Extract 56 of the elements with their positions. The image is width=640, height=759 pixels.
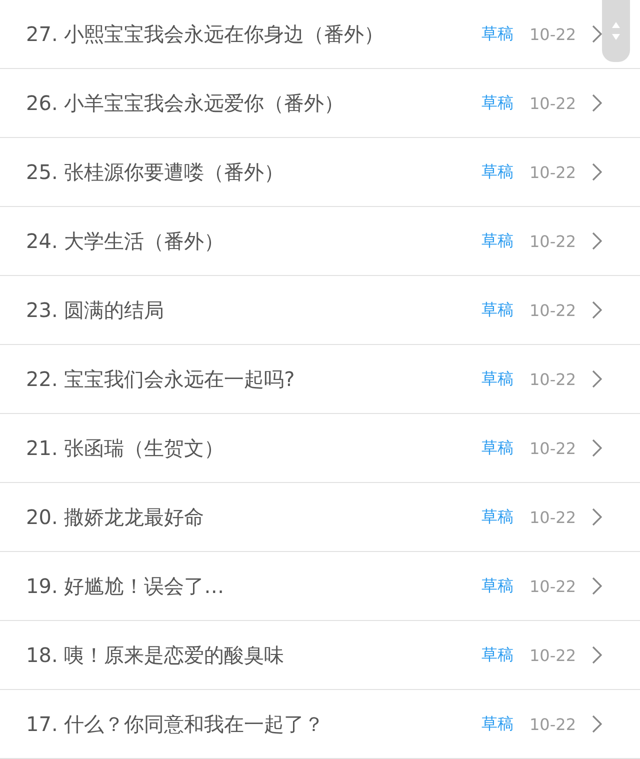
chapter-row[interactable]: 24. 大学生活（番外） 草稿 10-22 [0, 207, 640, 276]
chapter-title: 21. 张函瑞（生贺文） [26, 434, 226, 462]
chapter-title: 26. 小羊宝宝我会永远爱你（番外） [26, 90, 346, 116]
chapter-title: 23. 圆满的结局 [26, 296, 166, 324]
draft-status: 草稿 [482, 24, 514, 44]
chapter-date: 10-22 [530, 232, 576, 250]
chapter-row[interactable]: 22. 宝宝我们会永远在一起吗? 草稿 10-22 [0, 345, 640, 414]
chapter-title: 17. 什么？你同意和我在一起了？ [26, 710, 326, 738]
draft-status: 草稿 [482, 230, 514, 252]
chevron-right-icon [592, 25, 602, 43]
chapter-row[interactable]: 26. 小羊宝宝我会永远爱你（番外） 草稿 10-22 [0, 69, 640, 138]
draft-status: 草稿 [482, 92, 514, 114]
chapter-date: 10-22 [530, 300, 576, 320]
chevron-right-icon [592, 715, 602, 733]
chapter-row[interactable]: 17. 什么？你同意和我在一起了？ 草稿 10-22 [0, 690, 640, 759]
chapter-title: 25. 张桂源你要遭喽（番外） [26, 158, 286, 186]
chevron-right-icon [592, 94, 602, 112]
chapter-title: 18. 咦！原来是恋爱的酸臭味 [26, 642, 286, 668]
chapter-date: 10-22 [530, 162, 576, 182]
chevron-right-icon [592, 508, 602, 526]
chevron-right-icon [592, 370, 602, 388]
chapter-date: 10-22 [530, 576, 576, 596]
chevron-right-icon [592, 577, 602, 595]
chevron-right-icon [592, 163, 602, 181]
chevron-right-icon [592, 439, 602, 457]
draft-status: 草稿 [482, 714, 514, 734]
up-down-arrows-icon [611, 20, 621, 42]
draft-status: 草稿 [482, 576, 514, 596]
chapter-date: 10-22 [530, 24, 576, 44]
chapter-date: 10-22 [530, 714, 576, 734]
chapter-date: 10-22 [530, 646, 576, 664]
chapter-row[interactable]: 19. 好尴尬！误会了… 草稿 10-22 [0, 552, 640, 621]
chapter-title: 22. 宝宝我们会永远在一起吗? [26, 366, 296, 392]
chapter-title: 19. 好尴尬！误会了… [26, 572, 226, 600]
chapter-title: 20. 撒娇龙龙最好命 [26, 504, 206, 530]
chapter-row[interactable]: 20. 撒娇龙龙最好命 草稿 10-22 [0, 483, 640, 552]
chapter-title: 24. 大学生活（番外） [26, 228, 226, 254]
chapter-row[interactable]: 25. 张桂源你要遭喽（番外） 草稿 10-22 [0, 138, 640, 207]
chevron-right-icon [592, 646, 602, 664]
chapter-row[interactable]: 18. 咦！原来是恋爱的酸臭味 草稿 10-22 [0, 621, 640, 690]
chapter-date: 10-22 [530, 94, 576, 112]
chapter-row[interactable]: 21. 张函瑞（生贺文） 草稿 10-22 [0, 414, 640, 483]
draft-status: 草稿 [482, 506, 514, 528]
draft-status: 草稿 [482, 438, 514, 458]
draft-status: 草稿 [482, 300, 514, 320]
chevron-right-icon [592, 232, 602, 250]
chapter-date: 10-22 [530, 370, 576, 388]
chapter-title: 27. 小熙宝宝我会永远在你身边（番外） [26, 20, 386, 48]
chapter-date: 10-22 [530, 438, 576, 458]
chapter-row[interactable]: 23. 圆满的结局 草稿 10-22 [0, 276, 640, 345]
draft-status: 草稿 [482, 368, 514, 390]
chapter-date: 10-22 [530, 508, 576, 526]
scrollbar-handle[interactable] [602, 0, 630, 62]
chevron-right-icon [592, 301, 602, 319]
draft-status: 草稿 [482, 644, 514, 666]
draft-status: 草稿 [482, 162, 514, 182]
